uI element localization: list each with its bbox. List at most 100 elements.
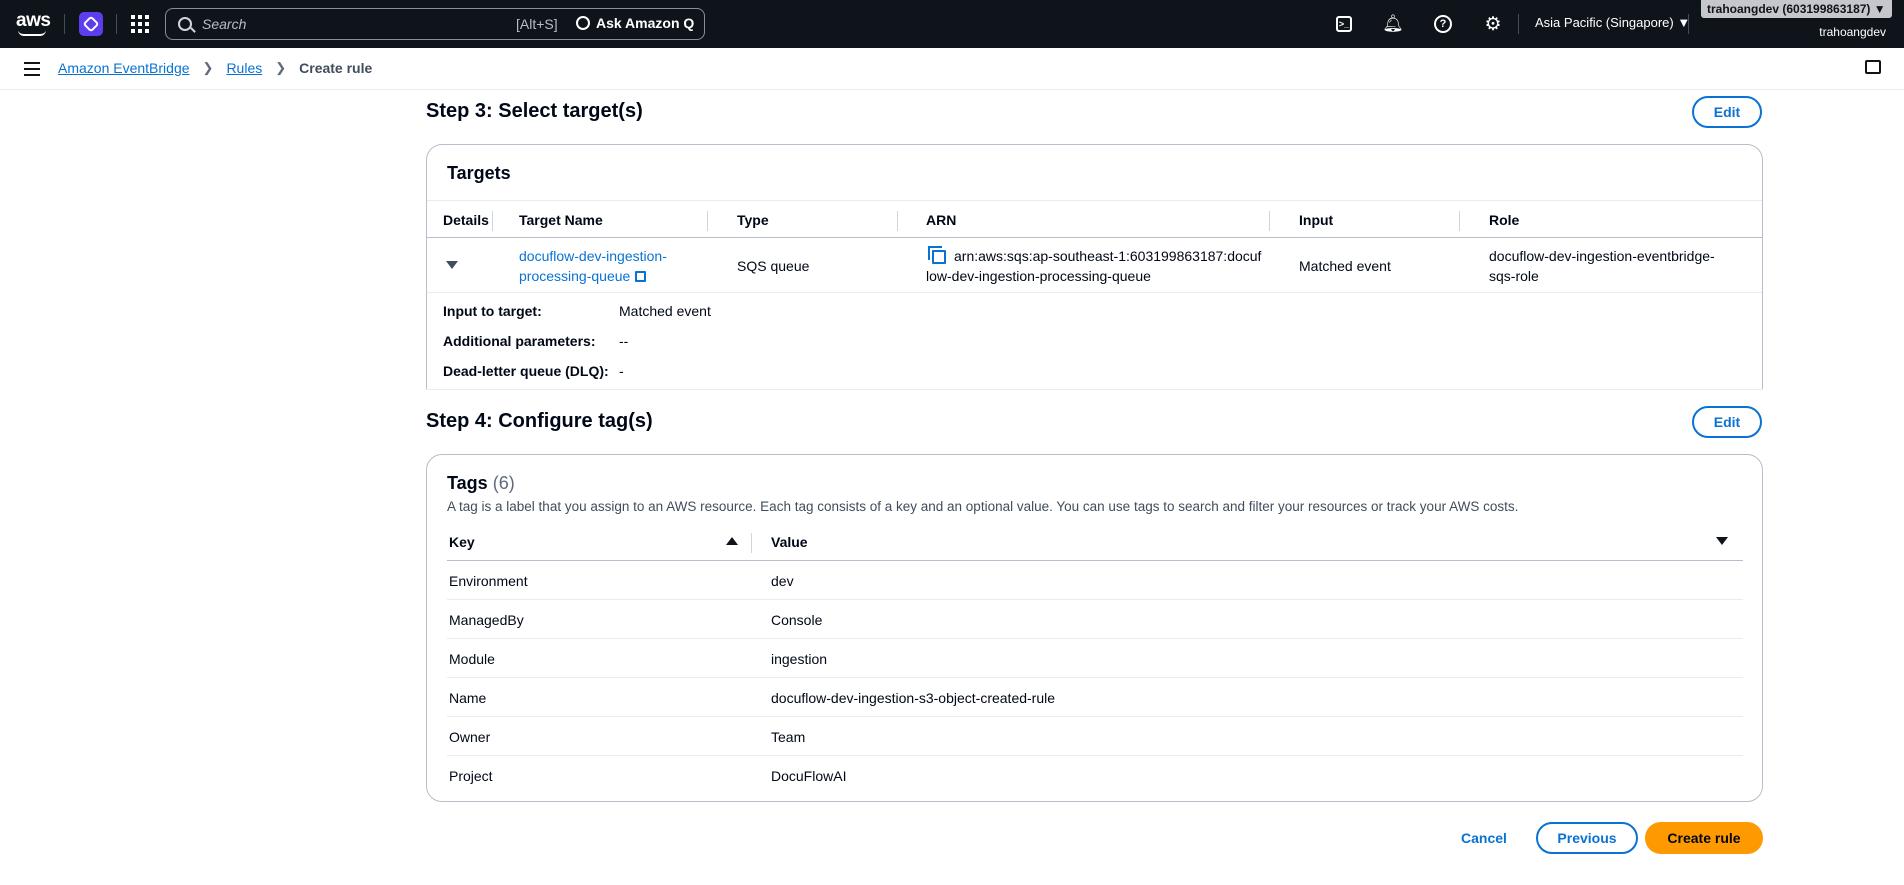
divider: [447, 638, 1743, 639]
side-panel-toggle-icon[interactable]: [1865, 60, 1881, 74]
divider: [427, 200, 1762, 201]
breadcrumb-link-eventbridge[interactable]: Amazon EventBridge: [58, 60, 190, 76]
expand-caret-icon[interactable]: [446, 261, 458, 269]
tags-container: Tags (6) A tag is a label that you assig…: [426, 454, 1763, 802]
target-arn: arn:aws:sqs:ap-southeast-1:603199863187:…: [926, 246, 1271, 286]
sort-caret-icon[interactable]: [1716, 537, 1728, 545]
search-icon: [178, 17, 192, 31]
nav-divider: [1518, 14, 1519, 34]
top-navigation: aws Search [Alt+S] Ask Amazon Q >_ 🔔︎ ? …: [0, 0, 1904, 48]
tags-description: A tag is a label that you assign to an A…: [447, 499, 1519, 514]
ask-amazon-q-button[interactable]: Ask Amazon Q: [576, 15, 694, 31]
account-username[interactable]: trahoangdev: [1819, 25, 1886, 39]
tag-key: Module: [449, 651, 495, 667]
column-separator: [492, 211, 493, 231]
search-shortcut-hint: [Alt+S]: [516, 16, 558, 32]
breadcrumb-link-rules[interactable]: Rules: [226, 60, 262, 76]
tag-key: Project: [449, 768, 493, 784]
detail-value: --: [619, 333, 629, 349]
menu-hamburger-icon[interactable]: [24, 62, 40, 76]
amazon-q-icon[interactable]: [79, 12, 103, 36]
detail-key: Input to target:: [443, 303, 542, 319]
create-rule-button[interactable]: Create rule: [1645, 822, 1763, 854]
step3-edit-button[interactable]: Edit: [1692, 96, 1762, 128]
column-separator: [751, 533, 752, 553]
previous-button[interactable]: Previous: [1536, 822, 1638, 854]
help-icon[interactable]: ?: [1433, 14, 1453, 34]
divider: [447, 677, 1743, 678]
targets-header: Targets: [447, 163, 511, 183]
target-name-line1: docuflow-dev-ingestion-: [519, 248, 667, 264]
nav-divider: [64, 14, 65, 34]
amazon-q-small-icon: [576, 16, 590, 30]
column-separator: [1269, 211, 1270, 231]
col-header-type: Type: [737, 212, 769, 228]
target-type: SQS queue: [737, 258, 810, 274]
col-header-target-name: Target Name: [519, 212, 603, 228]
role-line1: docuflow-dev-ingestion-eventbridge-: [1489, 248, 1715, 264]
cloudshell-icon[interactable]: >_: [1334, 14, 1354, 34]
cancel-button[interactable]: Cancel: [1446, 822, 1522, 854]
tag-value: dev: [771, 573, 794, 589]
nav-divider: [116, 14, 117, 34]
nav-divider: [1688, 14, 1689, 34]
column-separator: [707, 211, 708, 231]
tag-value: ingestion: [771, 651, 828, 667]
search-input[interactable]: Search [Alt+S] Ask Amazon Q: [165, 8, 705, 40]
chevron-right-icon: ❯: [202, 60, 214, 75]
settings-gear-icon[interactable]: ⚙: [1483, 14, 1503, 35]
tag-value: DocuFlowAI: [771, 768, 847, 784]
col-header-details: Details: [443, 212, 489, 228]
divider: [427, 237, 1762, 238]
detail-key: Additional parameters:: [443, 333, 596, 349]
divider: [447, 716, 1743, 717]
divider: [427, 292, 1762, 293]
arn-line2: low-dev-ingestion-processing-queue: [926, 268, 1151, 284]
divider: [447, 560, 1743, 561]
detail-value: Matched event: [619, 303, 711, 319]
aws-smile-icon: [18, 30, 46, 36]
targets-container: Targets Details Target Name Type ARN Inp…: [426, 144, 1763, 390]
step4-title: Step 4: Configure tag(s): [426, 410, 653, 432]
col-header-arn: ARN: [926, 212, 957, 228]
divider: [447, 599, 1743, 600]
step4-edit-button[interactable]: Edit: [1692, 406, 1762, 438]
column-separator: [1459, 211, 1460, 231]
column-separator: [897, 211, 898, 231]
region-selector[interactable]: Asia Pacific (Singapore) ▼: [1535, 15, 1690, 30]
chevron-right-icon: ❯: [275, 60, 287, 75]
notifications-bell-icon[interactable]: 🔔︎: [1382, 14, 1404, 34]
ask-amazon-q-label: Ask Amazon Q: [596, 15, 695, 31]
role-line2: sqs-role: [1489, 268, 1539, 284]
tag-value: docuflow-dev-ingestion-s3-object-created…: [771, 690, 1056, 706]
services-grid-icon[interactable]: [131, 15, 149, 33]
aws-logo-text: aws: [16, 10, 51, 31]
detail-value: -: [619, 363, 624, 379]
tag-key: Owner: [449, 729, 491, 745]
target-name-link[interactable]: docuflow-dev-ingestion- processing-queue: [519, 246, 667, 286]
tag-key: ManagedBy: [449, 612, 524, 628]
tag-key: Name: [449, 690, 487, 706]
breadcrumb-current: Create rule: [299, 60, 373, 76]
detail-key: Dead-letter queue (DLQ):: [443, 363, 609, 379]
external-link-icon: [635, 271, 647, 282]
tags-count: (6): [492, 473, 515, 493]
account-badge[interactable]: trahoangdev (603199863187) ▼: [1701, 0, 1892, 18]
tag-key: Environment: [449, 573, 528, 589]
search-placeholder: Search: [202, 16, 247, 32]
arn-line1: arn:aws:sqs:ap-southeast-1:603199863187:…: [954, 248, 1262, 264]
breadcrumb-bar: Amazon EventBridge ❯ Rules ❯ Create rule: [0, 48, 1904, 90]
step3-title: Step 3: Select target(s): [426, 100, 643, 122]
col-header-key[interactable]: Key: [449, 534, 475, 550]
aws-logo[interactable]: aws: [16, 10, 51, 36]
col-header-value[interactable]: Value: [771, 534, 808, 550]
tag-value: Team: [771, 729, 806, 745]
target-name-line2: processing-queue: [519, 268, 631, 284]
col-header-input: Input: [1299, 212, 1334, 228]
divider: [426, 389, 1763, 390]
tags-header: Tags (6): [447, 473, 515, 494]
target-role: docuflow-dev-ingestion-eventbridge- sqs-…: [1489, 246, 1715, 286]
tag-value: Console: [771, 612, 823, 628]
divider: [447, 755, 1743, 756]
sort-ascending-icon[interactable]: [726, 537, 738, 545]
